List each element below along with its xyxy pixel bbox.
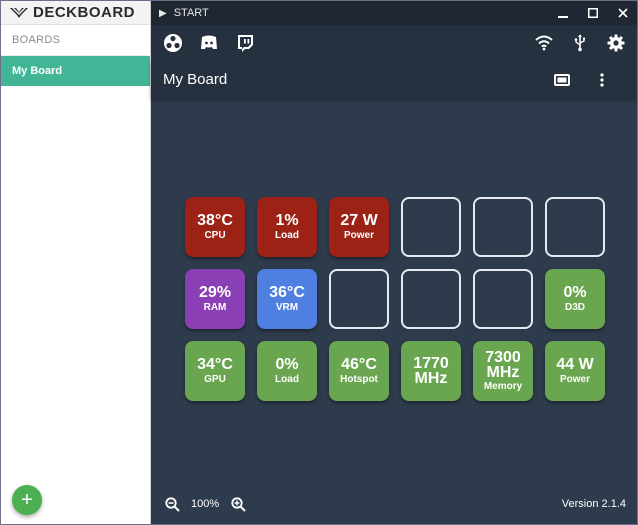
twitch-icon[interactable] <box>233 31 257 55</box>
maximize-button[interactable] <box>578 1 608 25</box>
close-button[interactable] <box>608 1 637 25</box>
tile-value: 36°C <box>269 284 305 301</box>
tile-value: 0% <box>275 356 299 373</box>
tile-value: 29% <box>198 284 232 301</box>
tile-value: 7300 MHz <box>485 348 521 381</box>
tile-value: 34°C <box>197 356 233 373</box>
tile-label: D3D <box>564 302 585 313</box>
add-board-button[interactable]: + <box>12 485 42 515</box>
tile-label: Hotspot <box>340 374 378 385</box>
board-tile[interactable]: 44 W Power <box>545 341 605 401</box>
tile-value: 46°C <box>341 356 377 373</box>
board-tile[interactable]: 29% RAM <box>185 269 245 329</box>
tile-label: Load <box>275 230 299 241</box>
boards-header: BOARDS <box>1 25 150 56</box>
board-title: My Board <box>163 71 228 88</box>
board-tile[interactable]: 0% D3D <box>545 269 605 329</box>
zoom-in-button[interactable] <box>229 495 247 513</box>
tile-value: 27 W <box>340 212 378 229</box>
tile-value: 0% <box>563 284 587 301</box>
board-header-actions <box>550 68 626 92</box>
tile-label: CPU <box>204 230 226 241</box>
title-bar: ▶ START <box>151 1 637 25</box>
tile-label: Memory <box>483 380 523 392</box>
wifi-icon[interactable] <box>532 31 556 55</box>
zoom-level: 100% <box>191 498 220 510</box>
tile-label: GPU <box>204 374 226 385</box>
more-options-icon[interactable] <box>590 68 614 92</box>
settings-icon[interactable] <box>604 31 628 55</box>
toolbar <box>151 25 637 61</box>
brand: DECKBOARD <box>1 1 150 25</box>
tile-label: Load <box>275 374 299 385</box>
tile-value: 1% <box>275 212 299 229</box>
toolbar-right <box>520 31 628 55</box>
tile-label: VRM <box>275 302 299 313</box>
tile-value: 44 W <box>556 356 594 373</box>
usb-icon[interactable] <box>568 31 592 55</box>
board-tile[interactable]: 0% Load <box>257 341 317 401</box>
minimize-button[interactable] <box>548 1 578 25</box>
minimize-icon <box>558 16 568 18</box>
empty-tile[interactable] <box>473 269 533 329</box>
app-window: DECKBOARD BOARDS My Board + ▶ START My B… <box>0 0 638 525</box>
start-arrow-icon[interactable]: ▶ <box>159 8 167 19</box>
board-tile[interactable]: 1% Load <box>257 197 317 257</box>
sidebar-item-my-board[interactable]: My Board <box>1 56 150 86</box>
version-label: Version 2.1.4 <box>561 498 626 510</box>
close-icon <box>618 8 628 18</box>
empty-tile[interactable] <box>545 197 605 257</box>
window-controls <box>548 1 637 25</box>
start-label[interactable]: START <box>174 7 209 19</box>
empty-tile[interactable] <box>401 197 461 257</box>
zoom-out-icon <box>164 496 180 512</box>
footer: 100% Version 2.1.4 <box>151 484 637 524</box>
board-tile[interactable]: 1770 MHz <box>401 341 461 401</box>
tile-label: Power <box>343 230 374 241</box>
tile-label: Power <box>559 374 590 385</box>
button-grid: 38°C CPU 1% Load 27 W Power 29% RAM 36°C VRM 0% D3D… <box>185 197 605 401</box>
board-tile[interactable]: 36°C VRM <box>257 269 317 329</box>
board-tile[interactable]: 46°C Hotspot <box>329 341 389 401</box>
tile-label: RAM <box>203 302 227 313</box>
board-header: My Board <box>151 61 637 98</box>
board-tile[interactable]: 34°C GPU <box>185 341 245 401</box>
board-tile[interactable]: 27 W Power <box>329 197 389 257</box>
discord-icon[interactable] <box>197 31 221 55</box>
empty-tile[interactable] <box>401 269 461 329</box>
board-tile[interactable]: 38°C CPU <box>185 197 245 257</box>
obs-icon[interactable] <box>161 31 185 55</box>
empty-tile[interactable] <box>473 197 533 257</box>
zoom-in-icon <box>231 496 246 512</box>
empty-tile[interactable] <box>329 269 389 329</box>
sidebar: DECKBOARD BOARDS My Board + <box>1 1 151 524</box>
tile-value: 38°C <box>197 212 233 229</box>
maximize-icon <box>588 8 598 18</box>
deckboard-logo-icon <box>9 6 29 20</box>
tile-value: 1770 MHz <box>413 355 449 387</box>
board-tile[interactable]: 7300 MHz Memory <box>473 341 533 401</box>
tablet-view-icon[interactable] <box>550 68 574 92</box>
zoom-out-button[interactable] <box>163 495 181 513</box>
brand-title: DECKBOARD <box>33 4 135 21</box>
main-area: ▶ START My Board 38°C CPU 1% Load 27 W P… <box>151 1 637 524</box>
